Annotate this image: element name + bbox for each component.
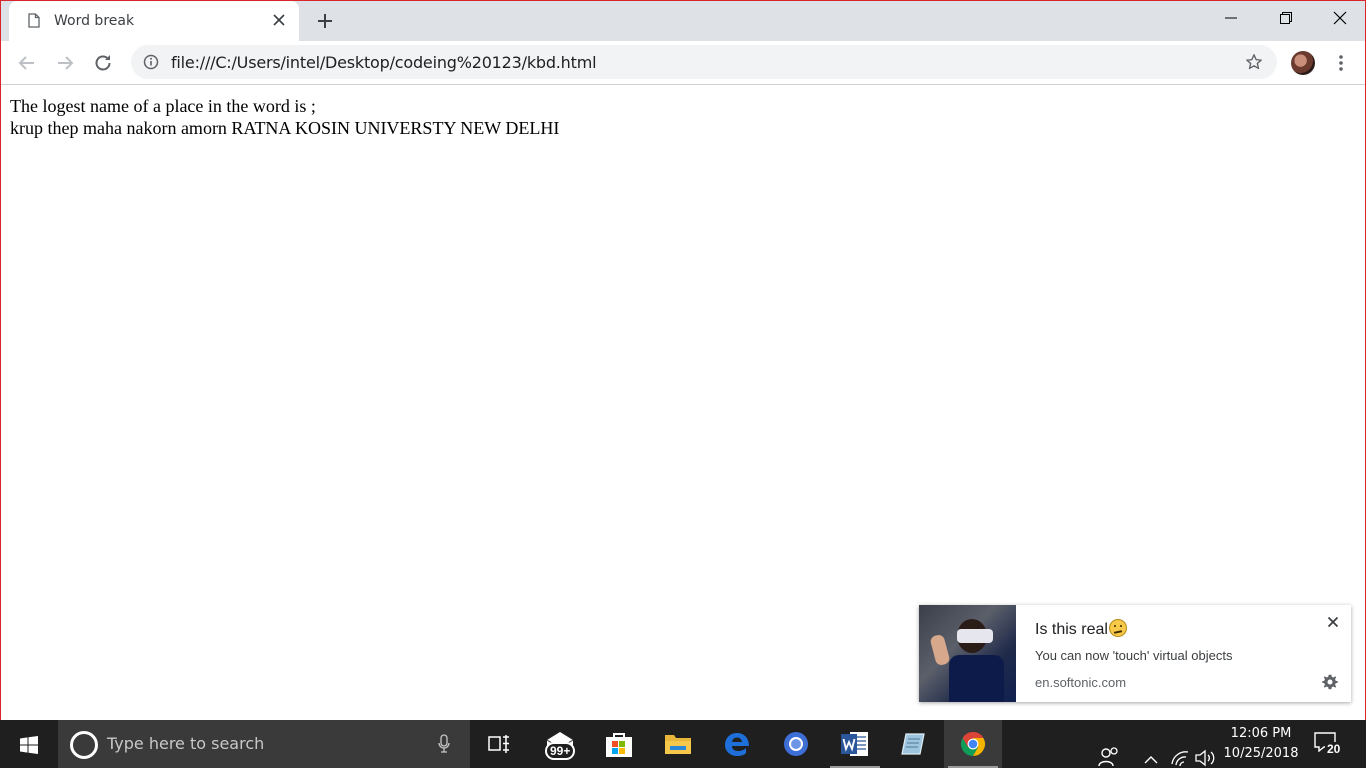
minimize-icon <box>1225 17 1237 19</box>
notification-title-wrap: Is this real <box>1035 619 1127 639</box>
notepad-button[interactable] <box>885 720 943 768</box>
minimize-button[interactable] <box>1206 1 1256 33</box>
restore-icon <box>1280 12 1292 24</box>
address-bar[interactable]: file:///C:/Users/intel/Desktop/codeing%2… <box>131 45 1277 79</box>
text-line-1: The logest name of a place in the word i… <box>10 96 316 116</box>
task-view-button[interactable] <box>470 720 528 768</box>
star-icon[interactable] <box>1245 53 1263 71</box>
system-clock[interactable]: 12:06 PM 10/25/2018 <box>1216 724 1306 764</box>
edge-icon <box>725 733 749 756</box>
url-text: file:///C:/Users/intel/Desktop/codeing%2… <box>171 53 597 72</box>
people-icon[interactable] <box>1098 733 1120 781</box>
tab-strip: Word break <box>1 1 1365 41</box>
confused-emoji-icon <box>1108 619 1127 637</box>
windows-logo-icon <box>20 736 38 754</box>
browser-window: Word break file:///C:/Users/intel/Deskto… <box>0 0 1366 768</box>
file-explorer-button[interactable] <box>649 720 707 768</box>
tab-word-break[interactable]: Word break <box>9 1 299 41</box>
word-button[interactable] <box>826 720 884 768</box>
text-line-2: krup thep maha nakorn amorn RATNA KOSIN … <box>10 118 560 138</box>
chevron-up-icon[interactable] <box>1143 736 1159 784</box>
notification-source: en.softonic.com <box>1035 675 1127 690</box>
notification-close-icon[interactable] <box>1327 616 1339 628</box>
notification-toast[interactable]: Is this real You can now 'touch' virtual… <box>919 605 1351 702</box>
back-arrow-icon[interactable] <box>15 51 39 75</box>
cortana-icon <box>70 731 98 759</box>
window-close-button[interactable] <box>1315 1 1365 33</box>
notification-thumbnail <box>919 605 1016 702</box>
notification-count: 20 <box>1325 742 1343 756</box>
tab-title: Word break <box>54 13 135 29</box>
chrome-canary-icon <box>784 732 808 756</box>
forward-arrow-icon[interactable] <box>53 51 77 75</box>
start-button[interactable] <box>0 720 58 768</box>
reload-icon[interactable] <box>91 51 115 75</box>
clock-date: 10/25/2018 <box>1223 746 1299 761</box>
kebab-menu-icon[interactable] <box>1331 51 1351 75</box>
task-view-icon <box>488 735 509 753</box>
action-center-button[interactable]: 20 <box>1314 732 1343 756</box>
browser-toolbar: file:///C:/Users/intel/Desktop/codeing%2… <box>1 41 1365 85</box>
chrome-button[interactable] <box>944 720 1002 768</box>
speaker-icon[interactable] <box>1194 734 1216 782</box>
wifi-icon[interactable] <box>1170 734 1190 782</box>
taskbar: Type here to search 99+ 12:06 PM 10/25/2… <box>0 720 1366 768</box>
notepad-icon <box>901 733 925 755</box>
clock-time: 12:06 PM <box>1230 726 1292 741</box>
gear-icon[interactable] <box>1321 673 1339 691</box>
notification-title: Is this real <box>1035 621 1108 638</box>
word-icon <box>841 732 868 756</box>
info-icon[interactable] <box>143 54 159 70</box>
mail-app-button[interactable]: 99+ <box>532 720 590 768</box>
search-placeholder: Type here to search <box>107 734 265 753</box>
chrome-canary-button[interactable] <box>767 720 825 768</box>
taskbar-search-box[interactable]: Type here to search <box>58 720 470 768</box>
window-close-icon <box>1333 11 1347 25</box>
store-app-button[interactable] <box>590 720 648 768</box>
microphone-icon[interactable] <box>438 734 450 754</box>
mail-badge: 99+ <box>545 742 576 760</box>
notification-message: You can now 'touch' virtual objects <box>1035 648 1233 663</box>
file-explorer-icon <box>665 735 691 754</box>
plus-icon[interactable] <box>313 9 337 33</box>
avatar[interactable] <box>1291 51 1315 75</box>
page-icon <box>28 13 40 28</box>
edge-button[interactable] <box>708 720 766 768</box>
store-icon <box>606 733 632 757</box>
restore-button[interactable] <box>1261 1 1311 33</box>
chrome-icon <box>960 732 986 756</box>
close-icon[interactable] <box>271 12 287 28</box>
